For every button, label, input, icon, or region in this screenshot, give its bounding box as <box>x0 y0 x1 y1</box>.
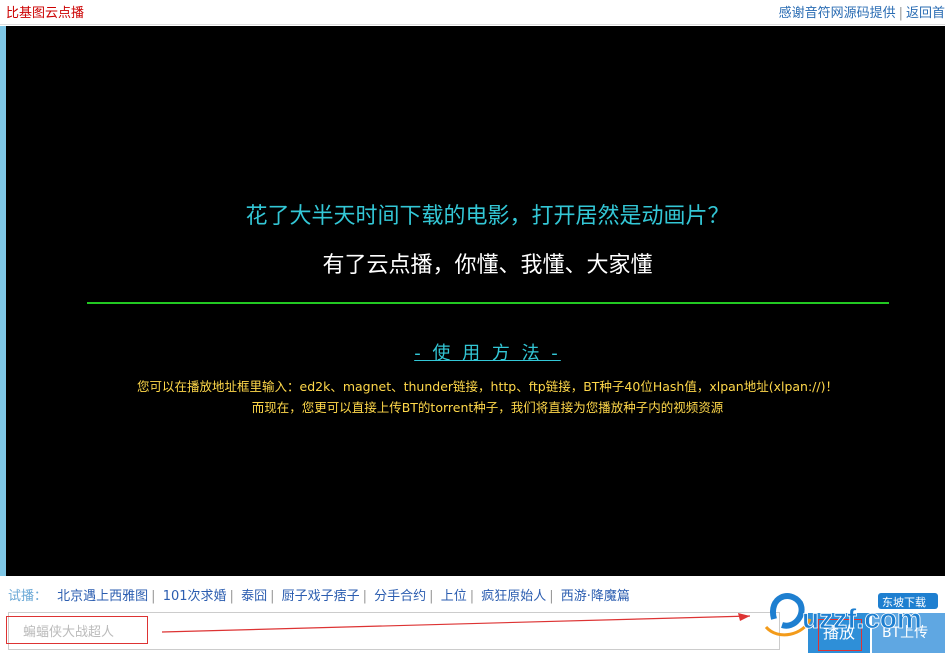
usage-description-line1: 您可以在播放地址框里输入：ed2k、magnet、thunder链接，http、… <box>137 379 838 394</box>
input-highlight-annotation <box>6 616 148 644</box>
uzzf-watermark: uzzf.com 东坡下载 <box>764 593 938 637</box>
try-separator: | <box>362 589 368 604</box>
green-divider <box>87 302 889 304</box>
try-separator: | <box>270 589 275 604</box>
watermark-badge: 东坡下载 <box>882 596 926 609</box>
site-brand[interactable]: 比基图云点播 <box>6 2 84 21</box>
try-item-3[interactable]: 泰囧 <box>241 589 267 604</box>
try-item-6[interactable]: 上位 <box>441 589 467 604</box>
try-item-7[interactable]: 疯狂原始人 <box>481 589 546 604</box>
top-bar: 比基图云点播 感谢音符网源码提供 | 返回首 <box>0 0 945 25</box>
link-separator: | <box>898 6 903 21</box>
try-item-5[interactable]: 分手合约 <box>374 589 426 604</box>
thanks-link[interactable]: 感谢音符网源码提供 <box>779 6 896 21</box>
try-bar: 试播： 北京遇上西雅图 | 101次求婚 | 泰囧 | 厨子戏子痞子 | 分手合约 | 上… <box>8 585 630 604</box>
video-player-area[interactable] <box>0 26 945 576</box>
usage-description-line2: 而现在，您更可以直接上传BT的torrent种子，我们将直接为您播放种子内的视频… <box>251 400 724 415</box>
player-headline: 花了大半天时间下载的电影，打开居然是动画片？ <box>245 204 730 229</box>
annotation-arrow <box>161 613 751 633</box>
try-separator: | <box>229 589 234 604</box>
try-separator: | <box>151 589 156 604</box>
howto-title: - 使 用 方 法 - <box>414 343 561 364</box>
try-item-8[interactable]: 西游·降魔篇 <box>561 589 630 604</box>
try-item-4[interactable]: 厨子戏子痞子 <box>282 589 360 604</box>
back-link[interactable]: 返回首 <box>906 6 945 21</box>
try-separator: | <box>469 589 475 604</box>
try-separator: | <box>429 589 434 604</box>
player-subline: 有了云点播，你懂、我懂、大家懂 <box>322 253 653 278</box>
try-separator: | <box>549 589 554 604</box>
try-item-2[interactable]: 101次求婚 <box>163 589 227 604</box>
try-label: 试播： <box>8 589 48 604</box>
top-links: 感谢音符网源码提供 | 返回首 <box>779 2 945 21</box>
try-item-1[interactable]: 北京遇上西雅图 <box>57 589 148 604</box>
player-left-edge <box>0 26 6 576</box>
